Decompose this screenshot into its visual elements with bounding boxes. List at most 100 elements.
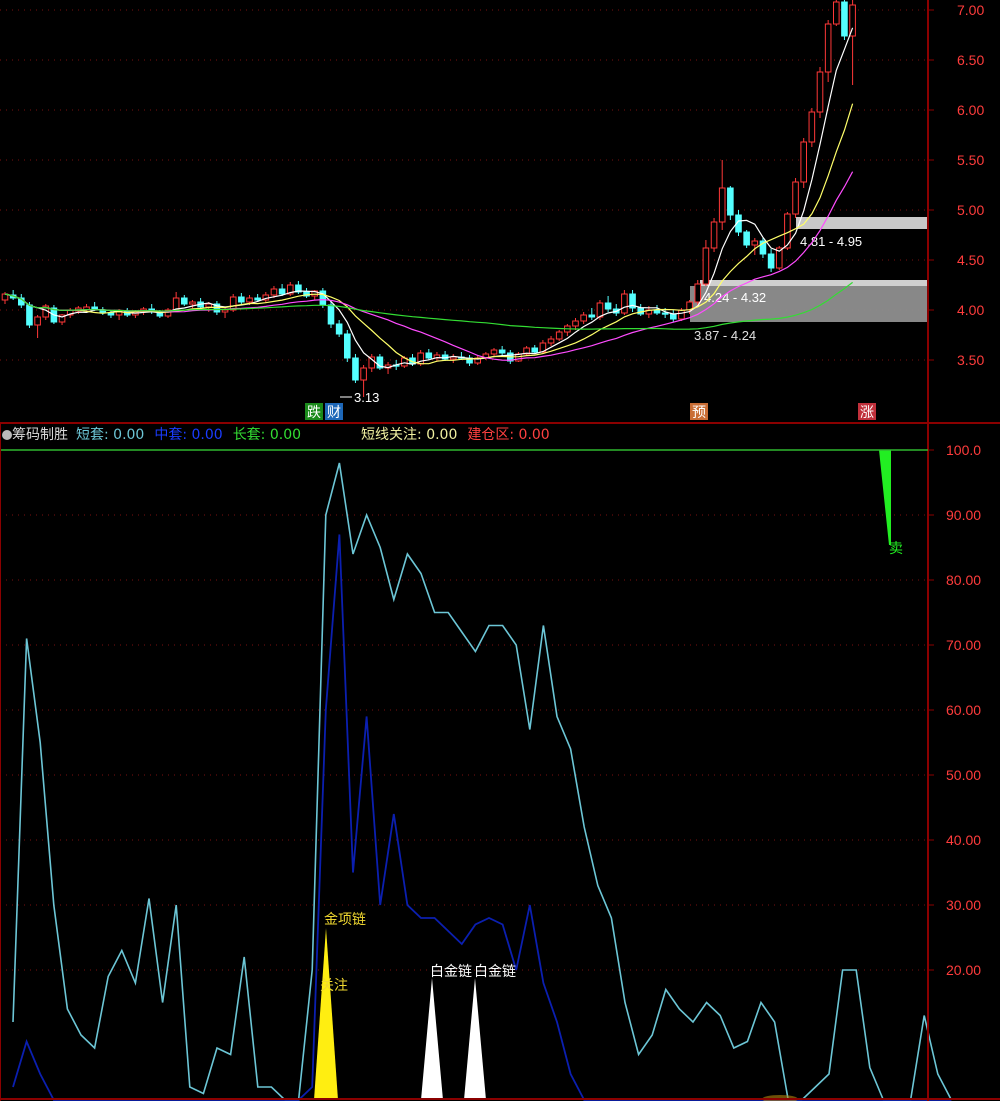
candle-body xyxy=(702,247,710,285)
candle-body xyxy=(425,352,433,359)
candle-body xyxy=(531,347,539,353)
price-tick-label: 4.00 xyxy=(957,302,984,318)
candle-body xyxy=(816,71,824,113)
candle-body xyxy=(678,309,685,320)
candle-body xyxy=(800,141,808,183)
candle-body xyxy=(221,309,229,313)
metric-1: 中套: 0.00 xyxy=(154,427,223,443)
attention-label: 关注 xyxy=(320,978,348,994)
candle-body xyxy=(743,231,750,246)
indicator-tick-label: 100.0 xyxy=(946,442,981,458)
y-axis: 7.00 6.50 6.00 5.50 5.00 4.50 4.00 3.50 100.0 90.… xyxy=(928,2,984,978)
price-tick-label: 5.00 xyxy=(957,202,984,218)
indicator-tick-label: 30.00 xyxy=(946,897,981,913)
candle-body xyxy=(841,1,848,37)
price-tick-label: 7.00 xyxy=(957,2,984,18)
candle-body xyxy=(621,293,628,314)
panel-frame xyxy=(0,0,1000,1101)
indicator-metrics: 短套: 0.00 中套: 0.00 长套: 0.00 短线关注: 0.00 建仓区: 0… xyxy=(76,427,560,443)
candle-body xyxy=(824,23,832,73)
candle-body xyxy=(205,303,213,308)
sell-label: 卖 xyxy=(889,541,903,557)
metric-0: 短套: 0.00 xyxy=(76,427,145,443)
signal-markers: 跌财 预 涨 xyxy=(305,403,876,421)
indicator-tick-label: 60.00 xyxy=(946,702,981,718)
candle-body xyxy=(498,349,506,354)
candle-body xyxy=(670,313,677,320)
candle-body xyxy=(792,181,799,215)
candle-body xyxy=(808,111,816,143)
candle-body xyxy=(767,253,775,269)
indicator-tick-label: 40.00 xyxy=(946,832,981,848)
indicator-series-1 xyxy=(12,534,952,1101)
gold-spike-label: 金项链 xyxy=(324,912,366,928)
indicator-panel-grid xyxy=(0,449,928,971)
price-tick-label: 5.50 xyxy=(957,152,984,168)
candle-body xyxy=(555,331,563,340)
candle-body xyxy=(189,301,196,305)
indicator-title-bar: 筹码制胜 短套: 0.00 中套: 0.00 长套: 0.00 短线关注: 0.00 建仓… xyxy=(0,424,560,444)
white-spike-2-label: 白金链 xyxy=(474,964,516,980)
candle-body xyxy=(661,312,669,315)
candle-body xyxy=(653,309,661,314)
candle-body xyxy=(34,316,41,326)
candle-body xyxy=(278,288,286,295)
white-spike-1-label: 白金链 xyxy=(430,964,472,980)
marker-2-label: 预 xyxy=(692,405,706,421)
indicator-lines xyxy=(12,462,953,1101)
chip-zone-bar xyxy=(700,280,928,286)
candle-body xyxy=(580,314,587,322)
candle-body xyxy=(490,349,498,355)
candle-body xyxy=(254,297,261,301)
candle-body xyxy=(596,302,604,318)
candle-body xyxy=(246,297,253,303)
candle-body xyxy=(181,297,188,305)
price-tick-label: 6.50 xyxy=(957,52,984,68)
indicator-series-0 xyxy=(12,462,953,1101)
candle-body xyxy=(572,320,579,327)
indicator-tick-label: 50.00 xyxy=(946,767,981,783)
chip-zone-bar xyxy=(796,217,928,229)
candle-body xyxy=(344,333,351,359)
candle-body xyxy=(335,323,343,335)
marker-0-label: 跌 xyxy=(307,405,321,421)
candle-body xyxy=(588,314,596,318)
candle-body xyxy=(360,367,367,381)
chip-zone-label: 4.24 - 4.32 xyxy=(704,290,766,305)
marker-1-label: 财 xyxy=(327,405,341,421)
candle-body xyxy=(604,302,612,310)
indicator-tick-label: 90.00 xyxy=(946,507,981,523)
candle-body xyxy=(547,338,555,344)
candle-body xyxy=(637,307,645,315)
marker-3-label: 涨 xyxy=(860,405,874,421)
indicator-name: 筹码制胜 xyxy=(12,427,68,443)
candle-body xyxy=(710,221,718,249)
candle-body xyxy=(833,1,840,25)
sell-bar xyxy=(879,450,891,545)
price-tick-label: 6.00 xyxy=(957,102,984,118)
candle-body xyxy=(718,187,726,223)
indicator-tick-label: 80.00 xyxy=(946,572,981,588)
candle-body xyxy=(107,312,115,316)
candle-body xyxy=(694,283,702,303)
indicator-tick-label: 20.00 xyxy=(946,962,981,978)
price-tick-label: 4.50 xyxy=(957,252,984,268)
ma10-line xyxy=(4,103,854,365)
white-spike-2 xyxy=(464,978,486,1100)
price-labels: 3.13 xyxy=(340,390,379,405)
candle-body xyxy=(327,304,335,325)
candle-body xyxy=(238,296,245,303)
candle-body xyxy=(270,288,278,296)
metric-4: 建仓区: 0.00 xyxy=(467,427,550,443)
candle-body xyxy=(26,304,33,326)
metric-2: 长套: 0.00 xyxy=(232,427,302,443)
chart-canvas: 4.81 - 4.95 4.24 - 4.32 3.87 - 4.24 3.13 跌… xyxy=(0,0,1000,1101)
price-tick-label: 3.50 xyxy=(957,352,984,368)
candle-body xyxy=(727,187,734,216)
chip-zone-label: 3.87 - 4.24 xyxy=(694,328,756,343)
white-spike-1 xyxy=(421,978,443,1100)
chip-zone-label: 4.81 - 4.95 xyxy=(800,234,862,249)
indicator-settings-icon[interactable] xyxy=(2,430,12,440)
candle-body xyxy=(751,240,759,246)
low-price-label: 3.13 xyxy=(354,390,379,405)
